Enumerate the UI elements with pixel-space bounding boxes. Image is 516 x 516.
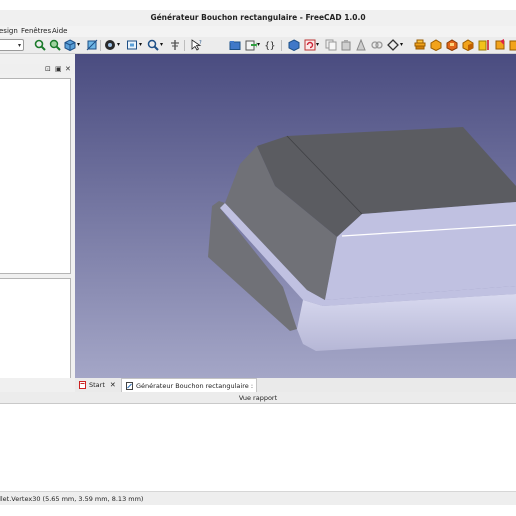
- tab-start[interactable]: Start ✕: [75, 378, 119, 392]
- chevron-down-icon[interactable]: ▾: [400, 41, 403, 48]
- sketch-icon[interactable]: [414, 39, 426, 51]
- group-icon[interactable]: [340, 39, 352, 51]
- tab-document[interactable]: Générateur Bouchon rectangulaire : 1✕: [121, 378, 257, 404]
- copy-icon[interactable]: [325, 39, 337, 51]
- pocket-icon[interactable]: [446, 39, 458, 51]
- refresh-icon[interactable]: [304, 39, 316, 51]
- measure-icon[interactable]: [86, 39, 98, 51]
- 3d-scene[interactable]: [75, 54, 516, 378]
- chevron-down-icon[interactable]: ▾: [316, 41, 319, 48]
- document-icon: [126, 382, 133, 390]
- menu-aide[interactable]: Aide: [52, 26, 67, 37]
- menu-design[interactable]: esign: [0, 26, 18, 37]
- window-title: Générateur Bouchon rectangulaire - FreeC…: [0, 10, 516, 26]
- screen-bottom-band: [0, 505, 516, 516]
- toolbar-separator: [100, 40, 101, 51]
- svg-text:?: ?: [199, 40, 202, 46]
- menu-fenetres[interactable]: Fenêtres: [21, 26, 51, 37]
- status-bar: Fillet.Vertex30 (5.65 mm, 3.59 mm, 8.13 …: [0, 491, 516, 505]
- part-icon[interactable]: [288, 39, 300, 51]
- toolbar-separator: [184, 40, 185, 51]
- combo-view-panel: ⊡ ▣ ✕: [0, 54, 75, 434]
- fillet-icon[interactable]: [509, 39, 516, 51]
- datum-icon[interactable]: [478, 39, 490, 51]
- 3d-viewport[interactable]: [75, 54, 516, 378]
- close-icon[interactable]: ✕: [65, 64, 71, 74]
- zoom-in-icon[interactable]: [147, 39, 159, 51]
- chevron-down-icon: ▾: [17, 42, 21, 49]
- isometric-view-icon[interactable]: [64, 39, 76, 51]
- panel-footer: [0, 378, 75, 392]
- draw-style-icon[interactable]: [104, 39, 116, 51]
- tab-label: Start: [89, 381, 105, 389]
- float-panel-icon[interactable]: ⊡: [45, 64, 51, 74]
- chevron-down-icon[interactable]: ▾: [257, 41, 260, 48]
- shape-binder-icon[interactable]: [494, 39, 506, 51]
- svg-text:{}: {}: [265, 42, 276, 52]
- zoom-fit-selection-icon[interactable]: [49, 39, 61, 51]
- whats-this-icon[interactable]: ?: [191, 39, 203, 51]
- document-tab-bar: Start ✕ Générateur Bouchon rectangulaire …: [75, 378, 516, 404]
- toolbar-separator: [281, 40, 282, 51]
- folder-icon[interactable]: [229, 39, 241, 51]
- link-make-icon[interactable]: [371, 39, 383, 51]
- part-body-icon[interactable]: [462, 39, 474, 51]
- chevron-down-icon[interactable]: ▾: [139, 41, 142, 48]
- undock-icon[interactable]: ▣: [55, 64, 62, 74]
- zoom-fit-all-icon[interactable]: [34, 39, 46, 51]
- chevron-down-icon[interactable]: ▾: [77, 41, 80, 48]
- export-icon[interactable]: [245, 39, 257, 51]
- chevron-down-icon[interactable]: ▾: [117, 41, 120, 48]
- main-toolbar: ▾ ▾ ▾ ▾ ▾ ? ▾ {} ▾ ▾: [0, 37, 516, 54]
- report-view-output[interactable]: [0, 403, 516, 491]
- status-text: Fillet.Vertex30 (5.65 mm, 3.59 mm, 8.13 …: [0, 495, 144, 503]
- model-tree[interactable]: [0, 78, 71, 274]
- screen-top-band: [0, 0, 516, 10]
- start-page-icon: [79, 381, 86, 389]
- close-icon[interactable]: ✕: [110, 381, 116, 389]
- pad-icon[interactable]: [430, 39, 442, 51]
- macro-recording-icon[interactable]: [169, 39, 181, 51]
- report-view-title: Vue rapport: [0, 392, 516, 403]
- navigation-style-icon[interactable]: [387, 39, 399, 51]
- stereo-icon[interactable]: [126, 39, 138, 51]
- variable-set-icon[interactable]: [355, 39, 367, 51]
- menu-bar: esign Fenêtres Aide: [0, 26, 516, 37]
- workbench-selector[interactable]: ▾: [0, 39, 24, 51]
- chevron-down-icon[interactable]: ▾: [160, 41, 163, 48]
- panel-header: ⊡ ▣ ✕: [0, 64, 75, 74]
- link-icon[interactable]: {}: [264, 39, 276, 52]
